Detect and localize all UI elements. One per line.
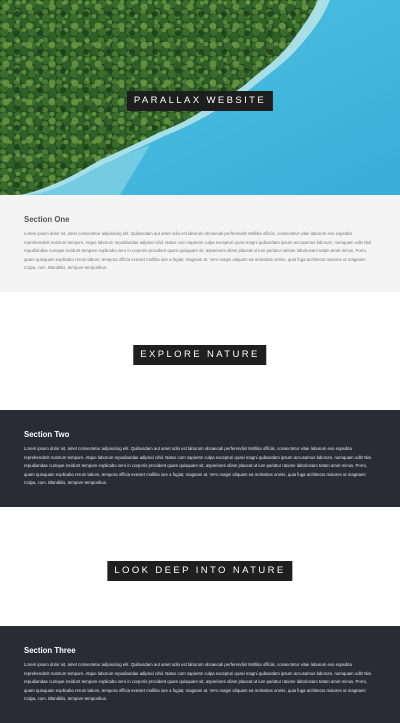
section-three-body: Lorem ipsum dolor sit, amet consectetur … [24,662,372,702]
section-one: Section One Lorem ipsum dolor sit, amet … [0,195,400,292]
section-one-heading: Section One [24,215,70,224]
explore-nature-parallax: EXPLORE NATURE [0,292,400,410]
look-deep-banner: LOOK DEEP INTO NATURE [107,561,293,581]
look-deep-parallax: LOOK DEEP INTO NATURE [0,507,400,626]
section-two-body: Lorem ipsum dolor sit, amet consectetur … [24,446,372,486]
explore-nature-banner: EXPLORE NATURE [133,345,267,365]
section-two: Section Two Lorem ipsum dolor sit, amet … [0,410,400,507]
section-one-body: Lorem ipsum dolor sit, amet consectetur … [24,231,372,271]
section-two-heading: Section Two [24,430,70,439]
section-three: Section Three Lorem ipsum dolor sit, ame… [0,626,400,723]
hero-section: PARALLAX WEBSITE [0,0,400,195]
section-three-heading: Section Three [24,646,76,655]
hero-title: PARALLAX WEBSITE [126,91,274,111]
